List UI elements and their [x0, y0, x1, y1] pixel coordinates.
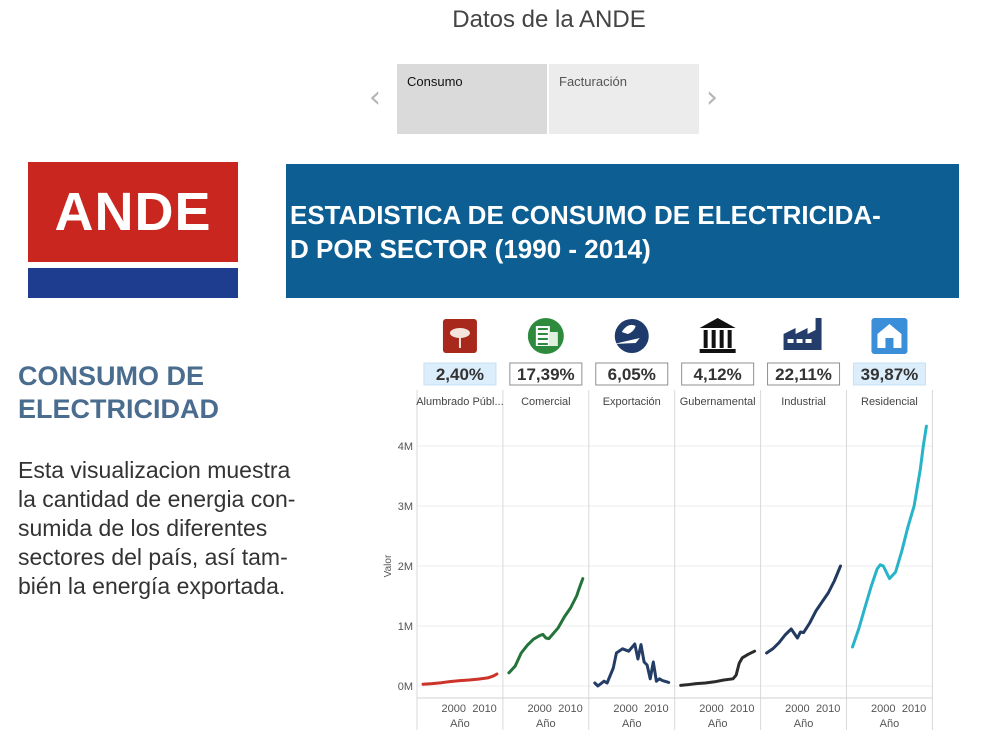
- x-tick-label: 2000: [871, 703, 895, 715]
- percent-value: 39,87%: [861, 365, 919, 384]
- description-line: sumida de los diferentes: [18, 515, 268, 541]
- section-title: CONSUMO DE ELECTRICIDAD: [18, 360, 318, 426]
- panel-header: Comercial: [521, 396, 571, 408]
- tab-consumo[interactable]: Consumo: [397, 64, 547, 134]
- tab-facturacion[interactable]: Facturación: [549, 64, 699, 134]
- x-axis-label: Año: [880, 718, 900, 730]
- description-line: bién la energía exportada.: [18, 573, 286, 599]
- x-tick-label: 2010: [644, 703, 668, 715]
- building-icon: [527, 318, 564, 354]
- chevron-right-icon[interactable]: ›: [706, 80, 718, 115]
- x-tick-label: 2000: [442, 703, 466, 715]
- percent-value: 6,05%: [608, 365, 656, 384]
- y-axis-label: Valor: [383, 554, 394, 577]
- series-line: [421, 672, 499, 686]
- section-title-line-2: ELECTRICIDAD: [18, 394, 219, 424]
- series-line: [593, 642, 671, 688]
- percent-value: 4,12%: [694, 365, 742, 384]
- factory-icon: [783, 318, 822, 350]
- description-line: Esta visualizacion muestra: [18, 457, 291, 483]
- y-tick-label: 1M: [398, 621, 413, 633]
- panel-header: Gubernamental: [680, 396, 756, 408]
- y-tick-label: 4M: [398, 441, 413, 453]
- percent-value: 17,39%: [517, 365, 575, 384]
- page-title: Datos de la ANDE: [452, 6, 646, 33]
- x-tick-label: 2010: [558, 703, 582, 715]
- x-axis-label: Año: [708, 718, 728, 730]
- y-tick-label: 2M: [398, 561, 413, 573]
- section-title-line-1: CONSUMO DE: [18, 361, 205, 391]
- ande-logo: ANDE: [28, 162, 238, 298]
- description-line: la cantidad de energia con-: [18, 486, 296, 512]
- chevron-left-icon[interactable]: ‹: [369, 80, 381, 115]
- panel-header: Industrial: [781, 396, 826, 408]
- logo-wordmark: ANDE: [28, 162, 238, 262]
- export-globe-icon: [613, 319, 649, 353]
- sector-consumption-chart: 0M 1M 2M 3M 4M Valor 2,40% Alumbrado Públ... 200…: [383, 318, 933, 730]
- x-tick-label: 2000: [699, 703, 723, 715]
- x-tick-label: 2010: [730, 703, 754, 715]
- percent-value: 2,40%: [436, 365, 484, 384]
- street-light-icon: [442, 319, 477, 353]
- x-axis-label: Año: [794, 718, 814, 730]
- y-tick-label: 0M: [398, 681, 413, 693]
- series-line: [679, 649, 757, 687]
- banner-title-line-1: ESTADISTICA DE CONSUMO DE ELECTRICIDA-: [290, 200, 881, 230]
- x-tick-label: 2000: [613, 703, 637, 715]
- x-tick-label: 2000: [785, 703, 809, 715]
- government-icon: [699, 318, 736, 353]
- x-axis-label: Año: [622, 718, 642, 730]
- series-line: [851, 424, 928, 649]
- section-description: Esta visualizacion muestra la cantidad d…: [18, 456, 363, 601]
- panel-header: Residencial: [861, 396, 918, 408]
- x-tick-label: 2000: [527, 703, 551, 715]
- x-tick-label: 2010: [902, 703, 926, 715]
- house-icon: [871, 318, 908, 354]
- x-axis-label: Año: [536, 718, 556, 730]
- x-tick-label: 2010: [472, 703, 496, 715]
- panel-header: Alumbrado Públ...: [416, 396, 503, 408]
- panel-header: Exportación: [603, 396, 661, 408]
- header-banner: ESTADISTICA DE CONSUMO DE ELECTRICIDA- D…: [286, 164, 959, 298]
- y-tick-label: 3M: [398, 501, 413, 513]
- banner-title-line-2: D POR SECTOR (1990 - 2014): [290, 234, 651, 264]
- logo-stripe-blue: [28, 268, 238, 298]
- percent-value: 22,11%: [775, 365, 832, 384]
- x-axis-label: Año: [450, 718, 470, 730]
- x-tick-label: 2010: [816, 703, 840, 715]
- series-line: [765, 564, 842, 655]
- description-line: sectores del país, así tam-: [18, 544, 288, 570]
